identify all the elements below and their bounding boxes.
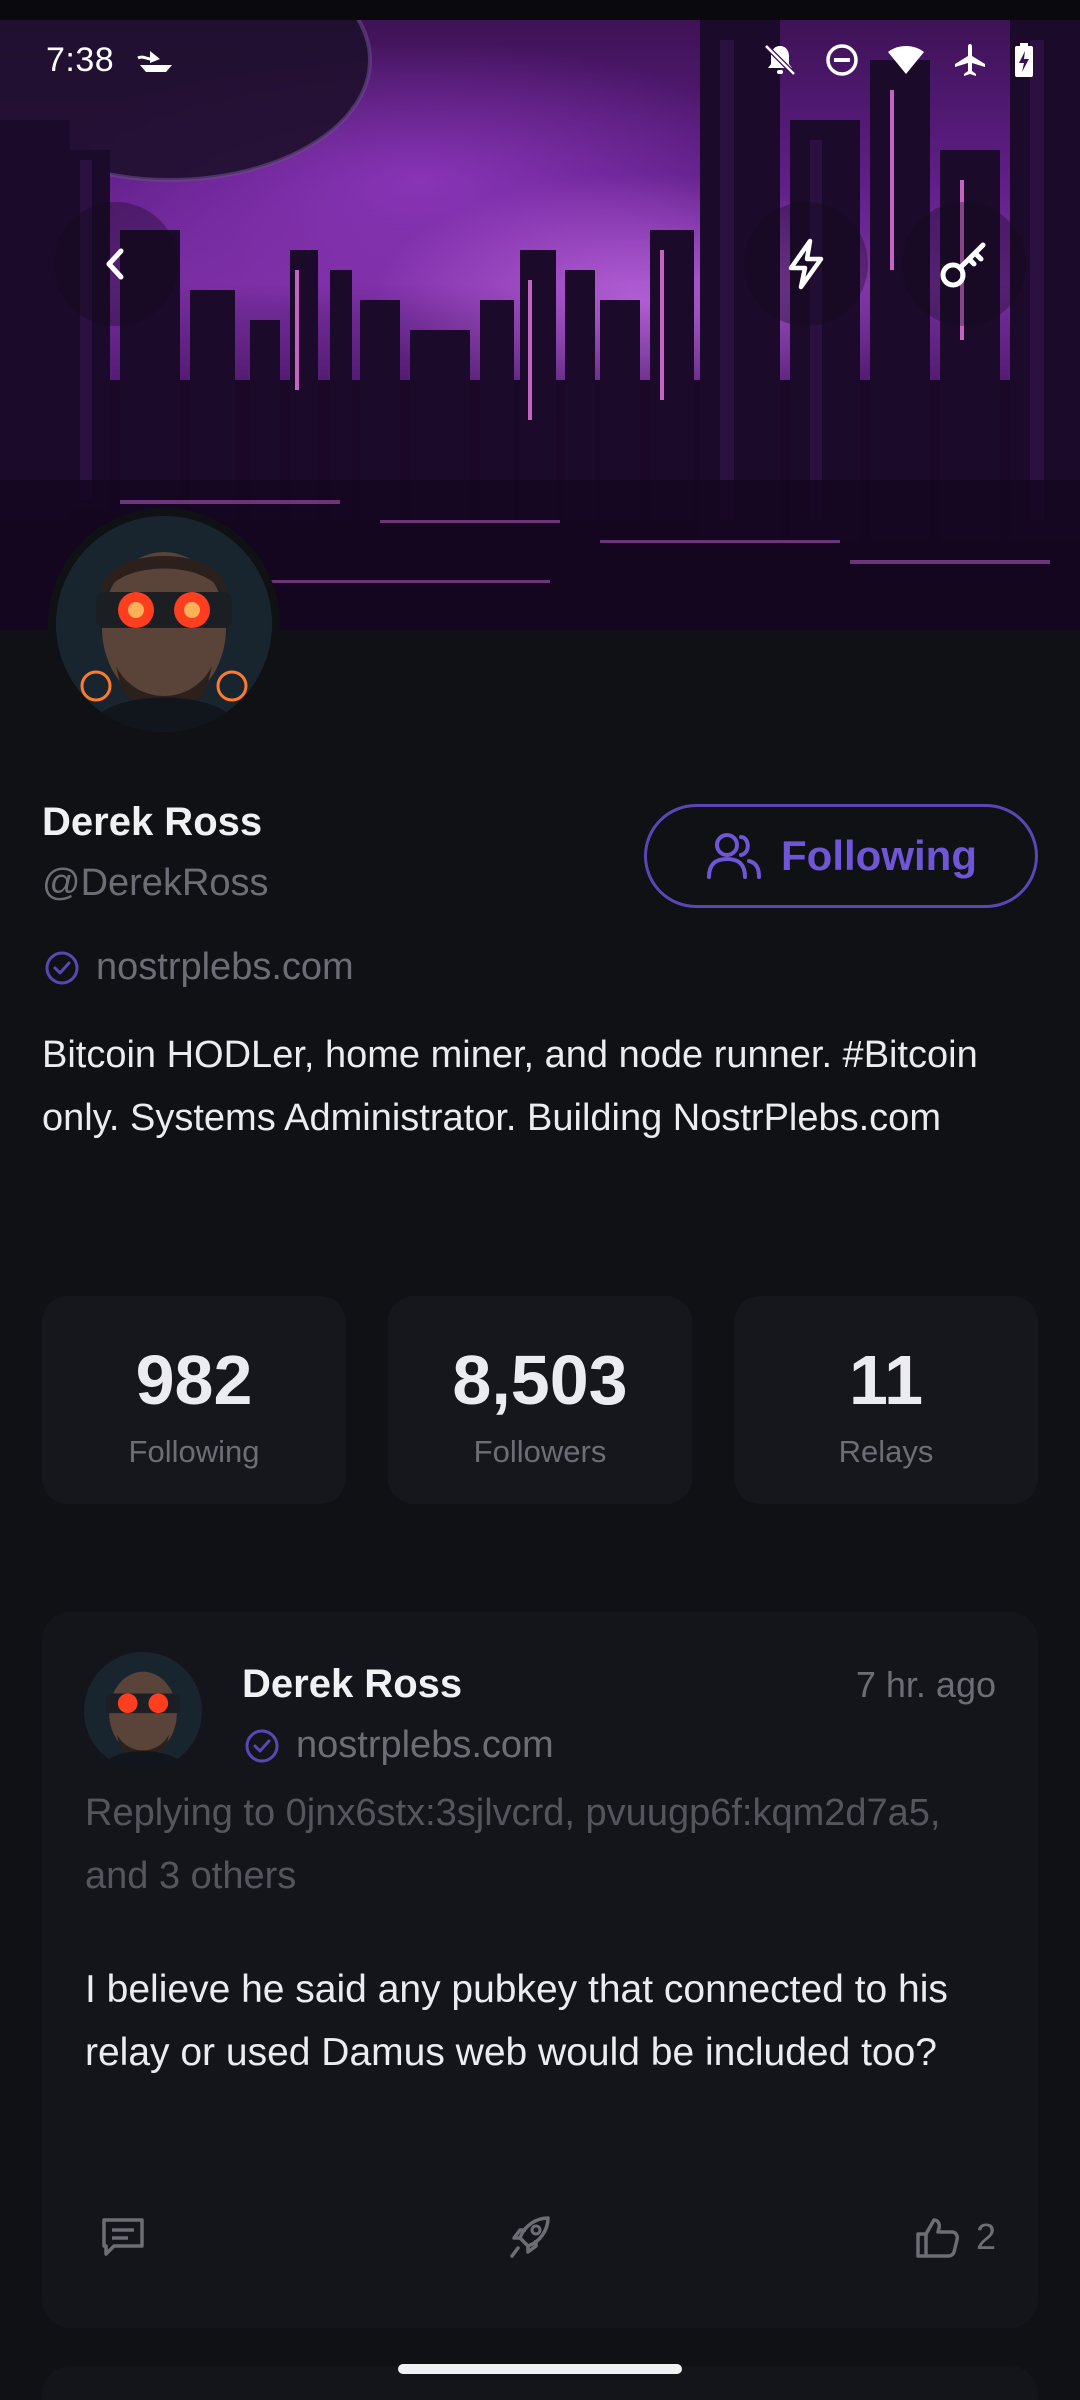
verified-check-icon [245, 1729, 279, 1762]
stat-following-value: 982 [135, 1341, 253, 1419]
stat-following-label: Following [128, 1434, 260, 1469]
boat-notification-icon [137, 51, 173, 72]
reply-button[interactable] [98, 2212, 148, 2262]
stat-relays-value: 11 [849, 1341, 923, 1419]
boost-button[interactable] [506, 2212, 556, 2262]
back-button[interactable] [54, 202, 178, 326]
stat-relays[interactable]: 11 Relays [734, 1296, 1038, 1504]
profile-bio: Bitcoin HODLer, home miner, and node run… [42, 1034, 978, 1139]
stat-followers[interactable]: 8,503 Followers [388, 1296, 692, 1504]
wifi-icon [888, 46, 924, 74]
top-edge [0, 0, 1080, 20]
post-nip05-domain: nostrplebs.com [296, 1724, 554, 1766]
profile-nip05: nostrplebs.com [44, 946, 354, 989]
post-author-avatar[interactable] [84, 1652, 202, 1770]
post-card[interactable]: Derek Ross 7 hr. ago nostrplebs.com Repl… [42, 1612, 1038, 2328]
lightning-icon [788, 238, 824, 290]
following-button-label: Following [781, 832, 977, 879]
zap-button[interactable] [744, 202, 868, 326]
thumbs-up-icon [916, 2218, 959, 2258]
key-icon [940, 242, 986, 288]
stat-relays-label: Relays [838, 1434, 934, 1469]
bell-off-icon [764, 44, 796, 76]
profile-handle: @DerekRoss [42, 862, 269, 904]
do-not-disturb-icon [826, 44, 858, 76]
post-timestamp: 7 hr. ago [855, 1664, 996, 1705]
battery-charging-icon [1015, 43, 1033, 77]
post-nip05: nostrplebs.com [244, 1724, 554, 1767]
status-bar: 7:38 [0, 20, 1080, 100]
profile-avatar[interactable] [48, 508, 280, 740]
stat-following[interactable]: 982 Following [42, 1296, 346, 1504]
rocket-icon [510, 2216, 550, 2258]
key-button[interactable] [902, 202, 1026, 326]
post-author-name[interactable]: Derek Ross [242, 1662, 462, 1707]
comment-icon [102, 2218, 144, 2256]
like-button[interactable]: 2 [912, 2212, 996, 2262]
airplane-icon [955, 44, 985, 76]
stat-followers-label: Followers [473, 1434, 607, 1469]
post-avatar-image [84, 1652, 202, 1770]
post-content: I believe he said any pubkey that connec… [85, 1968, 948, 2074]
following-button[interactable]: Following [644, 804, 1038, 908]
profile-name: Derek Ross [42, 800, 263, 844]
nip05-domain[interactable]: nostrplebs.com [96, 946, 354, 989]
stat-followers-value: 8,503 [452, 1341, 628, 1419]
avatar-image [56, 516, 272, 732]
replying-to[interactable]: Replying to 0jnx6stx:3sjlvcrd, pvuugp6f:… [85, 1782, 985, 1908]
status-time: 7:38 [46, 40, 115, 79]
like-count: 2 [975, 2216, 996, 2257]
users-icon [707, 833, 762, 879]
chevron-left-icon [106, 248, 124, 280]
home-indicator[interactable] [398, 2364, 682, 2374]
verified-check-icon [45, 951, 79, 984]
